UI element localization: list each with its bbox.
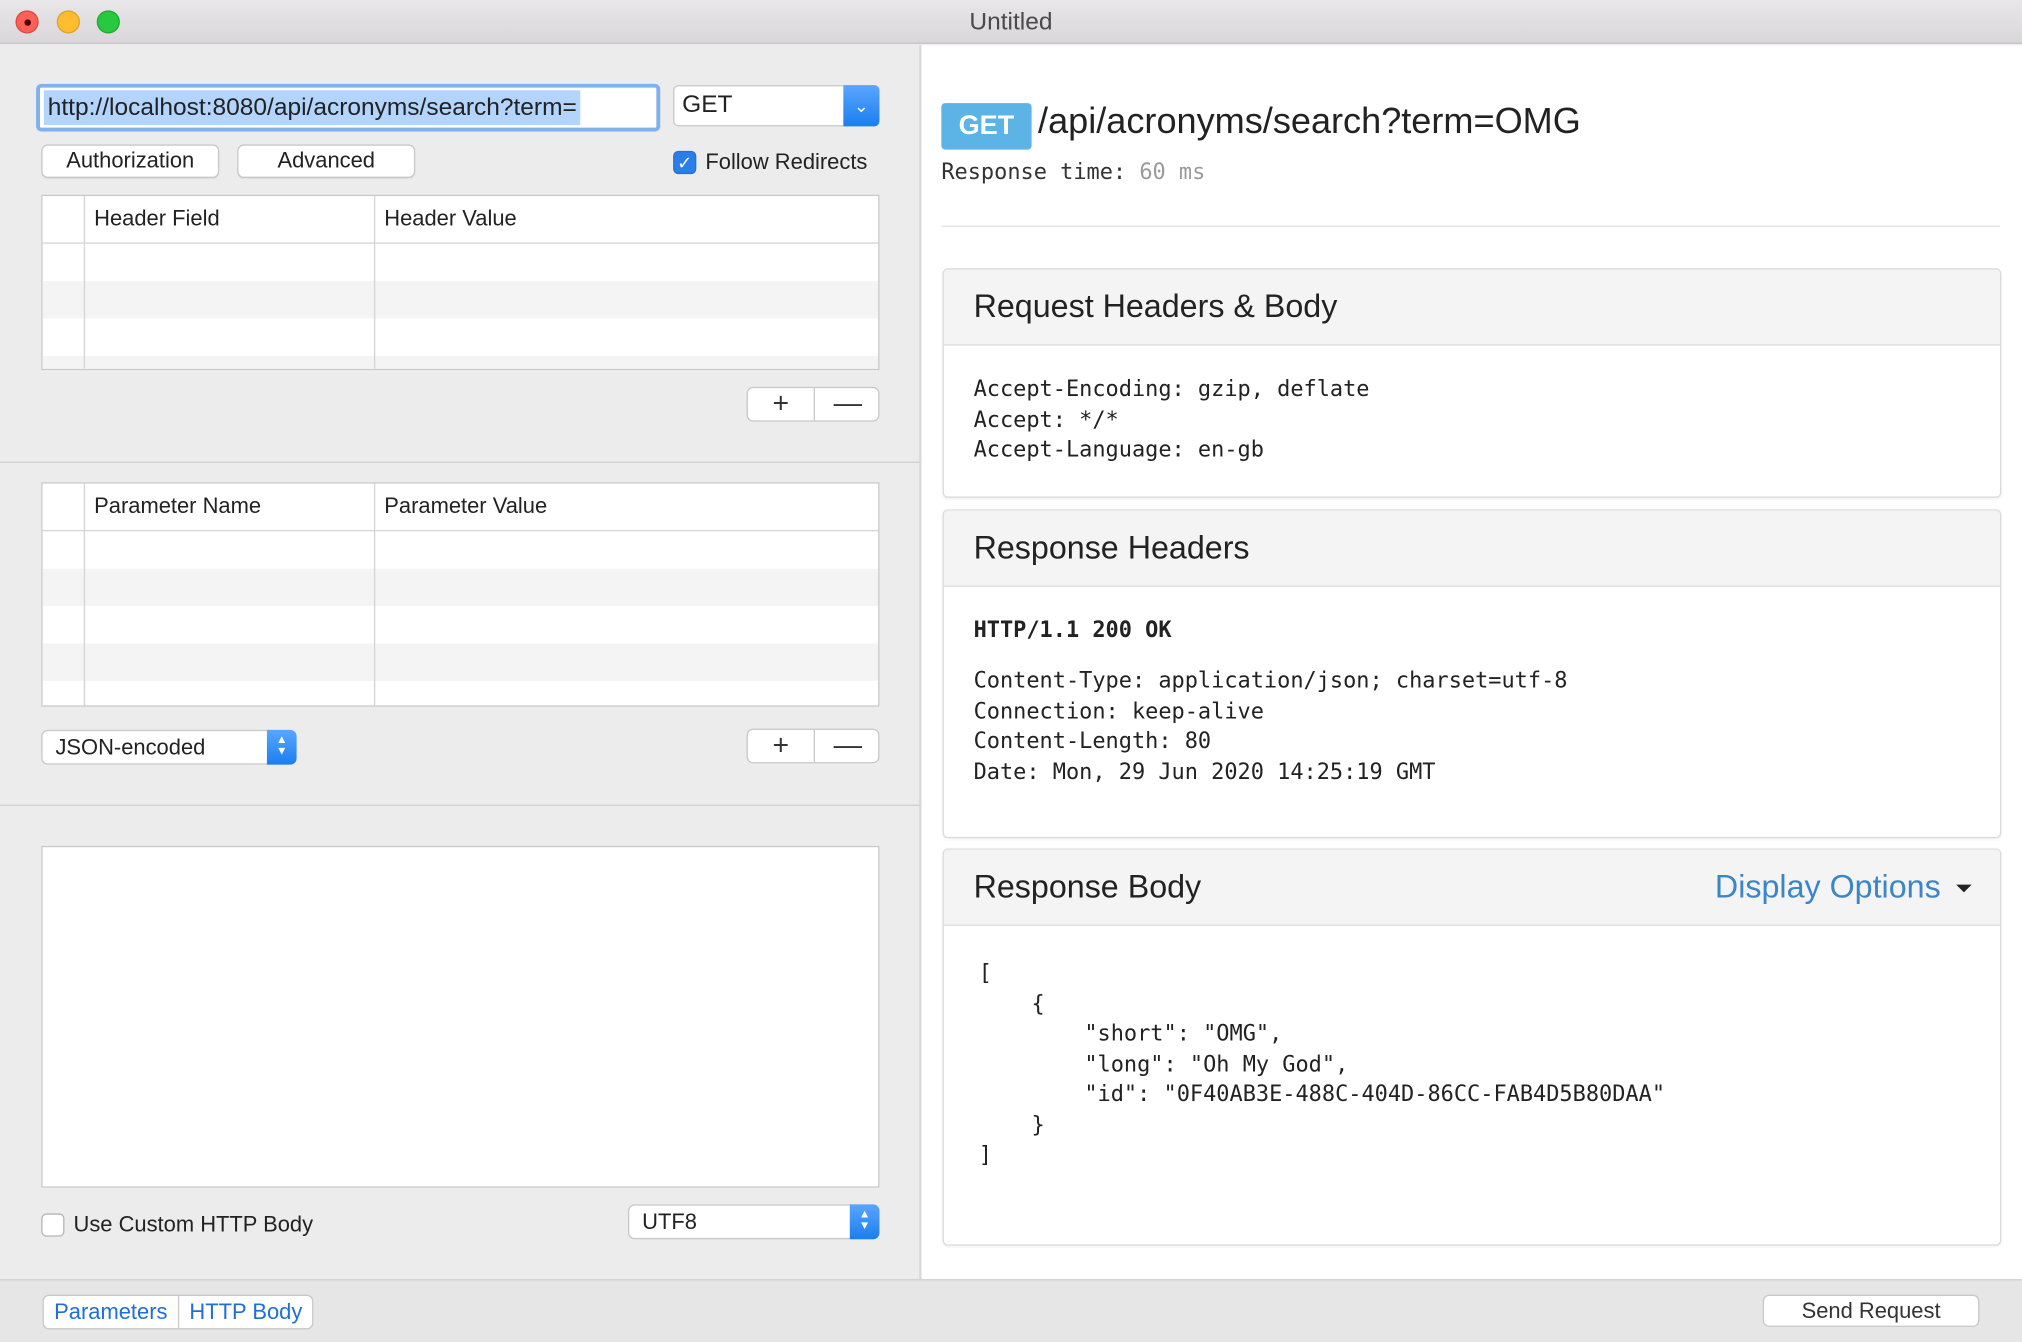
- use-custom-body-checkbox[interactable]: [41, 1213, 65, 1237]
- params-add-remove-control: + —: [746, 728, 881, 764]
- section-divider: [0, 804, 921, 806]
- headers-table[interactable]: Header Field Header Value: [41, 194, 880, 371]
- parameters-table-header: Parameter Name Parameter Value: [42, 483, 879, 532]
- method-badge: GET: [941, 103, 1032, 150]
- table-row[interactable]: [43, 606, 879, 643]
- chevron-down-icon: ⌄: [843, 85, 880, 127]
- table-row[interactable]: [42, 355, 879, 369]
- response-pane: GET /api/acronyms/search?term=OMG Respon…: [921, 45, 2022, 1280]
- column-header-field[interactable]: Header Field: [83, 196, 374, 244]
- editor-tabs: Parameters HTTP Body: [42, 1294, 314, 1330]
- column-divider: [83, 243, 86, 369]
- table-row[interactable]: [42, 568, 879, 607]
- headers-table-header: Header Field Header Value: [42, 196, 879, 244]
- app-window: Untitled http://localhost:8080/api/acron…: [0, 0, 2022, 1342]
- response-headers-text: Content-Type: application/json; charset=…: [973, 667, 1568, 785]
- table-row[interactable]: [42, 643, 879, 681]
- tab-http-body[interactable]: HTTP Body: [179, 1296, 313, 1328]
- charset-select[interactable]: UTF8 ▲ ▼: [627, 1204, 880, 1240]
- headers-add-remove-control: + —: [746, 386, 881, 422]
- url-text: http://localhost:8080/api/acronyms/searc…: [43, 90, 581, 126]
- send-request-button[interactable]: Send Request: [1762, 1294, 1980, 1327]
- follow-redirects-checkbox[interactable]: ✓: [673, 150, 697, 175]
- display-options-dropdown[interactable]: Display Options: [1715, 869, 1972, 906]
- tab-parameters[interactable]: Parameters: [44, 1295, 180, 1329]
- add-parameter-button[interactable]: +: [748, 729, 814, 762]
- request-headers-panel: Request Headers & Body Accept-Encoding: …: [942, 268, 2002, 498]
- status-line: HTTP/1.1 200 OK: [973, 617, 1172, 644]
- response-body-panel: Response Body Display Options [ { "short…: [942, 848, 2002, 1246]
- caret-down-icon: [1956, 885, 1972, 893]
- panel-header: Response Headers: [943, 510, 2001, 587]
- request-editor-pane: http://localhost:8080/api/acronyms/searc…: [0, 45, 921, 1280]
- method-select[interactable]: GET ⌄: [673, 85, 880, 127]
- column-divider: [373, 243, 376, 369]
- panel-title: Response Headers: [973, 529, 1250, 567]
- remove-parameter-button[interactable]: —: [815, 729, 881, 762]
- parameters-table[interactable]: Parameter Name Parameter Value: [41, 482, 880, 707]
- remove-header-button[interactable]: —: [815, 387, 881, 420]
- table-row[interactable]: [42, 281, 879, 319]
- request-headers-text: Accept-Encoding: gzip, deflate Accept: *…: [973, 376, 1370, 463]
- window-title: Untitled: [969, 9, 1053, 37]
- title-bar: Untitled: [0, 0, 2022, 44]
- encoding-select[interactable]: JSON-encoded ▲ ▼: [41, 729, 297, 765]
- table-row[interactable]: [43, 531, 879, 568]
- display-options-label: Display Options: [1714, 869, 1941, 906]
- divider: [941, 225, 2001, 227]
- panel-header: Request Headers & Body: [943, 269, 2001, 346]
- request-path: /api/acronyms/search?term=OMG: [1038, 100, 1581, 141]
- panel-title: Request Headers & Body: [973, 288, 1338, 325]
- table-row[interactable]: [43, 319, 879, 356]
- column-divider: [83, 531, 86, 706]
- updown-chevron-icon: ▲ ▼: [849, 1204, 880, 1240]
- bottom-toolbar: Parameters HTTP Body Send Request: [0, 1279, 2022, 1342]
- updown-chevron-icon: ▲ ▼: [266, 729, 297, 765]
- response-headers-panel: Response Headers HTTP/1.1 200 OK Content…: [942, 509, 2002, 839]
- column-parameter-name[interactable]: Parameter Name: [83, 483, 374, 532]
- panel-header: Response Body Display Options: [943, 849, 2001, 926]
- response-time: Response time: 60 ms: [941, 160, 1205, 186]
- authorization-button[interactable]: Authorization: [41, 144, 220, 178]
- table-row[interactable]: [43, 681, 879, 706]
- column-divider: [373, 531, 376, 706]
- charset-select-value: UTF8: [642, 1209, 697, 1235]
- panel-title: Response Body: [973, 869, 1202, 906]
- response-time-label: Response time:: [941, 159, 1127, 186]
- method-select-value: GET: [682, 91, 733, 119]
- column-header-value[interactable]: Header Value: [373, 196, 878, 244]
- use-custom-body-label: Use Custom HTTP Body: [73, 1212, 314, 1237]
- http-body-textarea[interactable]: [41, 845, 880, 1188]
- response-time-value: 60 ms: [1139, 159, 1206, 186]
- advanced-button[interactable]: Advanced: [237, 144, 416, 178]
- follow-redirects-label: Follow Redirects: [705, 149, 868, 175]
- table-row[interactable]: [43, 244, 879, 281]
- section-divider: [0, 461, 921, 463]
- add-header-button[interactable]: +: [748, 387, 814, 420]
- encoding-select-value: JSON-encoded: [55, 735, 206, 760]
- column-parameter-value[interactable]: Parameter Value: [373, 483, 878, 532]
- response-body-text: [ { "short": "OMG", "long": "Oh My God",…: [978, 960, 1666, 1169]
- url-input[interactable]: http://localhost:8080/api/acronyms/searc…: [36, 83, 661, 132]
